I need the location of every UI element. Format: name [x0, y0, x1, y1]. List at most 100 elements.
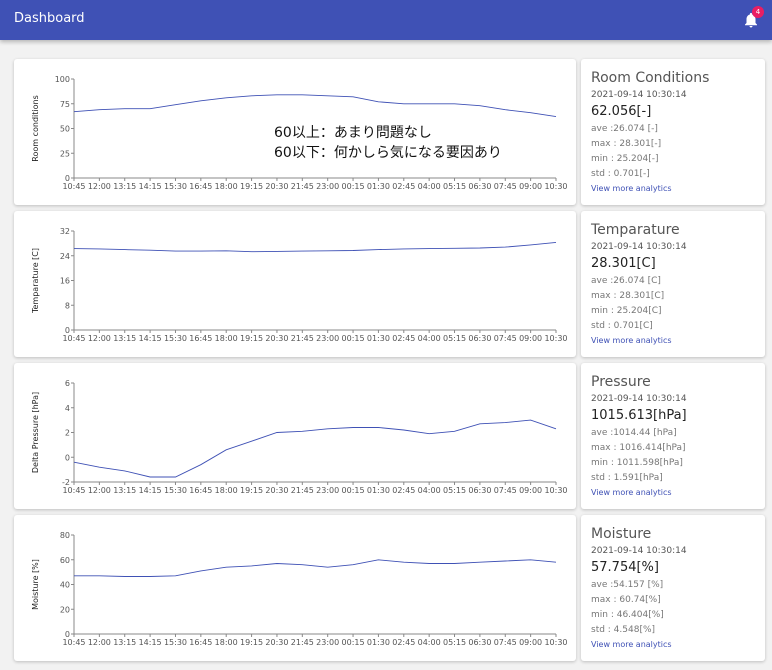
x-tick-label: 23:00 [316, 334, 339, 343]
x-tick-label: 00:15 [342, 182, 365, 191]
stat-minimum: min : 46.404[%] [591, 610, 664, 620]
x-tick-label: 04:00 [418, 486, 441, 495]
x-tick-label: 13:15 [113, 334, 136, 343]
x-tick-label: 02:45 [392, 486, 415, 495]
pressure-chart: -2024610:45 12:00 13:15 14:15 15:30 16:45 18:0… [31, 379, 568, 495]
x-tick-label: 15:30 [164, 486, 187, 495]
x-tick-label: 14:15 [139, 638, 162, 647]
y-tick-label: 32 [60, 227, 70, 236]
y-tick-label: 60 [60, 556, 70, 565]
x-tick-label: 05:15 [443, 486, 466, 495]
chart-card-room-conditions: 0 25 50 75 100 10:45 12:00 13:15 14:15 15:30 16:45… [14, 59, 576, 205]
y-tick-label: 40 [60, 581, 70, 590]
stat-maximum: max : 28.301[C] [591, 291, 665, 301]
x-tick-label: 05:15 [443, 638, 466, 647]
stat-timestamp: 2021-09-14 10:30:14 [591, 394, 687, 404]
x-tick-label: 15:30 [164, 334, 187, 343]
x-tick-label: 23:00 [316, 486, 339, 495]
stat-title: Room Conditions [591, 70, 710, 86]
x-tick-label: 18:00 [215, 638, 238, 647]
x-tick-label: 21:45 [291, 486, 314, 495]
y-tick-label: 20 [60, 605, 70, 614]
x-tick-label: 12:00 [88, 638, 111, 647]
x-tick-label: 20:30 [265, 486, 288, 495]
stat-maximum: max : 1016.414[hPa] [591, 443, 686, 453]
stat-minimum: min : 25.204[-] [591, 154, 659, 164]
stat-card-moisture: Moisture 2021-09-14 10:30:14 57.754[%] a… [581, 515, 765, 661]
x-tick-label: 23:00 [316, 638, 339, 647]
x-tick-label: 19:15 [240, 486, 263, 495]
stat-current-value: 28.301[C] [591, 256, 656, 271]
chart-annotation-upper: 60以上：あまり問題なし [274, 125, 432, 141]
x-tick-label: 16:45 [189, 486, 212, 495]
moisture-chart: 02040608010:45 12:00 13:15 14:15 15:30 16:45 1… [31, 531, 568, 647]
notification-badge: 4 [752, 6, 764, 18]
x-tick-label: 02:45 [392, 638, 415, 647]
x-tick-label: 15:30 [164, 638, 187, 647]
x-tick-label: 10:30 [544, 486, 567, 495]
stat-std: std : 1.591[hPa] [591, 473, 663, 483]
x-tick-label: 19:15 [240, 182, 263, 191]
x-tick-label: 00:15 [342, 334, 365, 343]
stat-std: std : 0.701[C] [591, 321, 653, 331]
stat-title: Pressure [591, 374, 651, 390]
stat-std: std : 0.701[-] [591, 169, 650, 179]
temperature-chart: 0816243210:45 12:00 13:15 14:15 15:30 16:45 18… [31, 227, 568, 343]
x-tick-label: 04:00 [418, 334, 441, 343]
x-tick-label: 12:00 [88, 486, 111, 495]
x-tick-label: 20:30 [265, 182, 288, 191]
y-tick-label: 100 [55, 75, 70, 84]
x-tick-label: 14:15 [139, 334, 162, 343]
series-line [74, 559, 557, 577]
view-more-analytics-link[interactable]: View more analytics [591, 336, 672, 345]
x-tick-label: 06:30 [468, 334, 491, 343]
view-more-analytics-link[interactable]: View more analytics [591, 488, 672, 497]
app-title: Dashboard [14, 11, 85, 26]
x-tick-label: 20:30 [265, 334, 288, 343]
x-tick-label: 10:45 [62, 486, 85, 495]
stat-maximum: max : 28.301[-] [591, 139, 662, 149]
x-tick-label: 01:30 [367, 638, 390, 647]
series-line [73, 94, 557, 118]
x-tick-label: 10:45 [62, 638, 85, 647]
x-tick-label: 13:15 [113, 182, 136, 191]
x-tick-label: 12:00 [88, 182, 111, 191]
y-tick-label: 0 [65, 453, 70, 462]
stat-minimum: min : 25.204[C] [591, 306, 662, 316]
x-tick-label: 21:45 [291, 638, 314, 647]
x-tick-label: 04:00 [418, 638, 441, 647]
x-tick-label: 05:15 [443, 182, 466, 191]
x-tick-label: 09:00 [519, 638, 542, 647]
x-tick-label: 10:30 [544, 182, 567, 191]
stat-minimum: min : 1011.598[hPa] [591, 458, 683, 468]
stat-title: Temparature [591, 222, 680, 238]
x-tick-label: 10:45 [62, 334, 85, 343]
x-tick-label: 02:45 [392, 334, 415, 343]
y-tick-label: 4 [65, 404, 70, 413]
x-tick-label: 20:30 [265, 638, 288, 647]
x-tick-label: 16:45 [189, 638, 212, 647]
x-tick-label: 04:00 [418, 182, 441, 191]
x-tick-label: 00:15 [342, 638, 365, 647]
x-tick-label: 09:00 [519, 334, 542, 343]
view-more-analytics-link[interactable]: View more analytics [591, 640, 672, 649]
view-more-analytics-link[interactable]: View more analytics [591, 184, 672, 193]
x-tick-label: 00:15 [342, 486, 365, 495]
x-tick-label: 10:30 [544, 334, 567, 343]
x-tick-label: 09:00 [519, 182, 542, 191]
y-tick-label: 50 [60, 125, 70, 134]
y-tick-label: 80 [60, 531, 70, 540]
y-tick-label: 75 [60, 100, 70, 109]
stat-average: ave :54.157 [%] [591, 580, 664, 590]
chart-card-moisture: 0 20 40 60 80 10:45 12:00 13:15 14:15 15:30 16:45 1… [14, 515, 576, 661]
x-tick-label: 01:30 [367, 486, 390, 495]
x-tick-label: 02:45 [392, 182, 415, 191]
app-bar: Dashboard [0, 0, 772, 40]
x-tick-label: 23:00 [316, 182, 339, 191]
x-tick-label: 16:45 [189, 182, 212, 191]
x-tick-label: 01:30 [367, 182, 390, 191]
x-tick-label: 13:15 [113, 486, 136, 495]
x-tick-label: 07:45 [494, 486, 517, 495]
x-tick-label: 15:30 [164, 182, 187, 191]
y-axis-label: Temparature [C] [31, 248, 40, 314]
